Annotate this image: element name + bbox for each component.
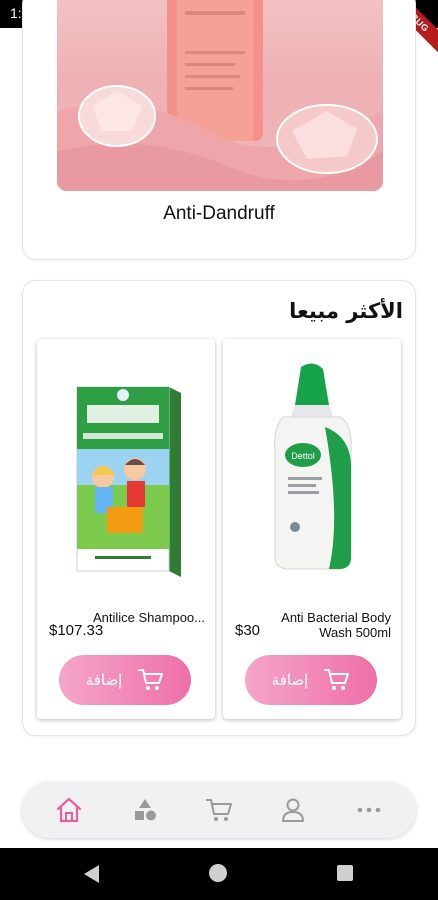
product-name: Anti Bacterial Body Wash 500ml xyxy=(281,610,391,640)
system-nav-bar xyxy=(0,848,438,900)
category-card[interactable]: Anti-Dandruff xyxy=(22,0,416,260)
nav-profile[interactable] xyxy=(278,796,308,824)
add-to-cart-button[interactable]: إضافة xyxy=(245,655,377,705)
cart-icon xyxy=(206,799,232,821)
back-icon[interactable] xyxy=(84,865,100,883)
more-icon xyxy=(357,807,381,813)
home-icon xyxy=(56,797,82,823)
add-button-label: إضافة xyxy=(85,671,123,689)
product-image xyxy=(76,386,181,577)
recents-button[interactable] xyxy=(337,865,353,881)
category-image xyxy=(57,0,383,191)
nav-home[interactable] xyxy=(54,796,84,824)
section-title: الأكثر مبيعا xyxy=(289,299,403,323)
bottom-nav xyxy=(22,782,416,838)
add-to-cart-button[interactable]: إضافة xyxy=(59,655,191,705)
product-price: $107.33 xyxy=(49,622,104,639)
categories-icon xyxy=(135,799,156,821)
category-name: Anti-Dandruff xyxy=(163,203,275,224)
cart-icon xyxy=(138,669,164,690)
system-home-button[interactable] xyxy=(209,864,227,882)
product-card[interactable]: Antilice Shampoo... $107.33 إضافة xyxy=(37,339,215,719)
product-image: Dettol xyxy=(274,363,352,570)
svg-text:Dettol: Dettol xyxy=(291,451,315,461)
nav-categories[interactable] xyxy=(130,796,160,824)
product-card[interactable]: Dettol Anti Bacterial Body Wash 500ml $3… xyxy=(223,339,401,719)
cart-icon xyxy=(324,669,350,690)
profile-icon xyxy=(282,798,304,822)
add-button-label: إضافة xyxy=(271,671,309,689)
best-sellers-section: الأكثر مبيعا Dettol Anti Bacterial Body … xyxy=(22,280,416,736)
nav-cart[interactable] xyxy=(205,796,235,824)
product-price: $30 xyxy=(235,622,261,639)
nav-more[interactable] xyxy=(354,796,384,824)
